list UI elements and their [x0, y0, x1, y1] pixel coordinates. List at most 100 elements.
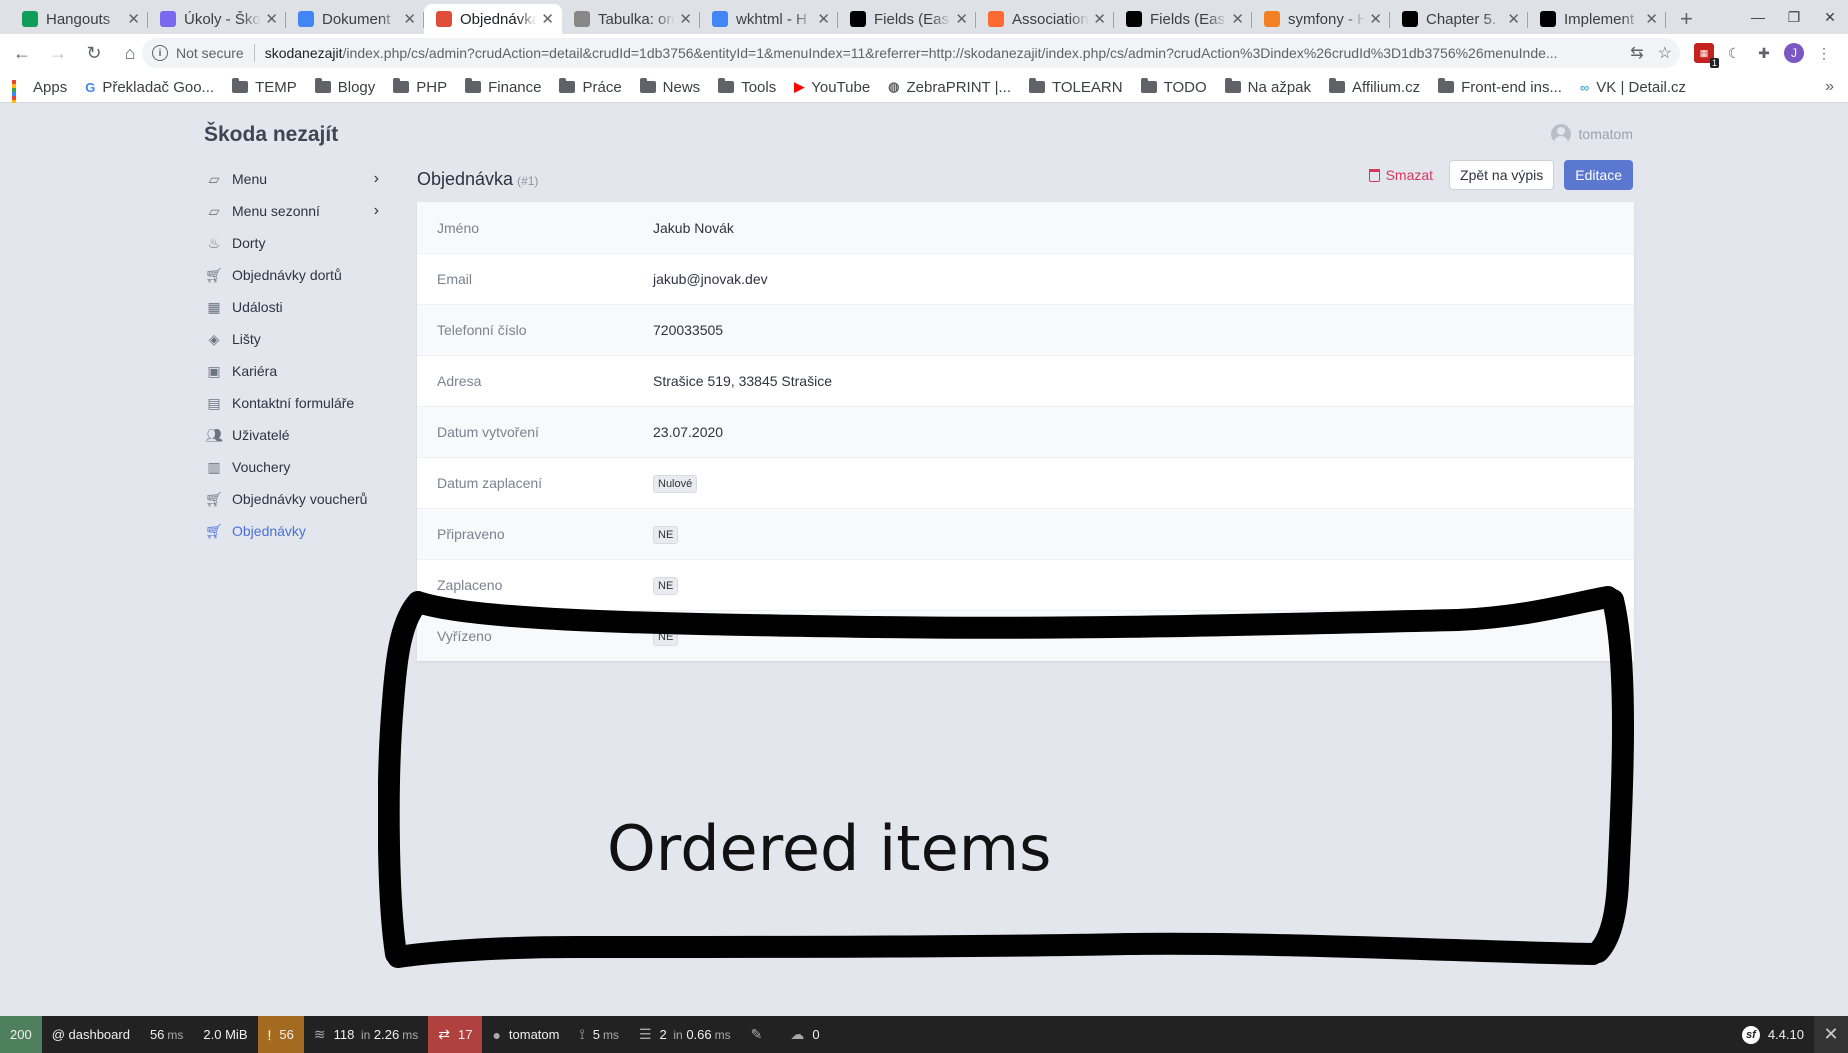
symfony-version[interactable]: 4.4.10 — [1768, 1027, 1804, 1042]
browser-tab[interactable]: Implement ✕ — [1528, 4, 1666, 34]
bookmark-item[interactable]: ∞ VK | Detail.cz — [1580, 79, 1686, 96]
bookmark-star-icon[interactable]: ☆ — [1658, 43, 1672, 63]
browser-tab[interactable]: Fields (Eas ✕ — [838, 4, 976, 34]
translations-panel[interactable]: ⇄ 17 — [428, 1016, 483, 1053]
close-tab-icon[interactable]: ✕ — [403, 10, 416, 28]
bookmark-item[interactable]: ▶ YouTube — [794, 79, 870, 96]
sidebar-item[interactable]: 👥︎ Uživatelé — [204, 419, 379, 451]
folder-icon — [393, 78, 410, 93]
brand-title[interactable]: Škoda nezajít — [204, 123, 338, 147]
sidebar-item[interactable]: ◈ Lišty — [204, 323, 379, 355]
sidebar-item[interactable]: ▱ Menu › — [204, 163, 379, 195]
browser-tab[interactable]: Tabulka: ord ✕ — [562, 4, 700, 34]
browser-tab[interactable]: Association ✕ — [976, 4, 1114, 34]
request-time[interactable]: 56 ms — [140, 1016, 193, 1053]
back-to-list-button[interactable]: Zpět na výpis — [1449, 160, 1555, 190]
twig-time: 2.26 — [373, 1027, 400, 1042]
sidebar-item[interactable]: ▱ Menu sezonní › — [204, 195, 379, 227]
browser-tab[interactable]: wkhtml - H ✕ — [700, 4, 838, 34]
sidebar-item[interactable]: ▦ Události — [204, 291, 379, 323]
close-tab-icon[interactable]: ✕ — [265, 10, 278, 28]
minimize-icon[interactable]: — — [1740, 9, 1776, 25]
close-tab-icon[interactable]: ✕ — [127, 10, 140, 28]
calendar-ext-icon[interactable]: ▦ 1 — [1694, 43, 1719, 68]
forms-panel[interactable]: ✎ — [741, 1016, 781, 1053]
profile-avatar[interactable]: J — [1784, 43, 1804, 63]
close-tab-icon[interactable]: ✕ — [1507, 10, 1520, 28]
url-omnibox[interactable]: i Not secure skodanezajit/index.php/cs/a… — [142, 38, 1680, 68]
bookmark-item[interactable]: Blogy — [314, 78, 376, 96]
browser-tab[interactable]: symfony - H ✕ — [1252, 4, 1390, 34]
kebab-menu-icon[interactable]: ⋮ — [1814, 43, 1834, 63]
user-menu[interactable]: tomatom — [1550, 124, 1633, 144]
field-value: Jakub Novák — [653, 219, 734, 236]
events-panel[interactable]: ⟟ 5 ms — [569, 1016, 628, 1053]
bookmark-item[interactable]: Affilium.cz — [1329, 78, 1420, 96]
detail-row: Adresa Strašice 519, 33845 Strašice — [417, 355, 1634, 406]
back-arrow-icon[interactable]: ← — [8, 43, 36, 64]
status-code[interactable]: 200 — [0, 1016, 42, 1053]
bookmark-item[interactable]: Práce — [559, 78, 622, 96]
edit-button[interactable]: Editace — [1564, 160, 1633, 190]
sidebar-item[interactable]: ▤ Kontaktní formuláře — [204, 387, 379, 419]
symfony-icon — [850, 11, 866, 27]
bookmark-item[interactable]: PHP — [393, 78, 447, 96]
close-tab-icon[interactable]: ✕ — [955, 10, 968, 28]
bookmark-item[interactable]: Na ažpak — [1224, 78, 1311, 96]
route-name[interactable]: @ dashboard — [42, 1016, 140, 1053]
bookmark-label: Práce — [582, 78, 622, 96]
sidebar-item[interactable]: ▥ Vouchery — [204, 451, 379, 483]
bookmark-item[interactable]: TEMP — [232, 78, 297, 96]
field-label: Email — [437, 271, 473, 287]
memory[interactable]: 2.0 MiB — [193, 1016, 257, 1053]
http-client-panel[interactable]: ☁ 0 — [780, 1016, 829, 1053]
bookmark-item[interactable]: News — [639, 78, 700, 96]
close-toolbar-icon[interactable]: ✕ — [1814, 1016, 1848, 1053]
info-icon[interactable]: i — [152, 45, 168, 61]
sidebar-item[interactable]: 🛒︎ Objednávky — [204, 515, 379, 547]
bookmark-label: Blogy — [337, 78, 376, 96]
bookmark-item[interactable]: G Překladač Goo... — [85, 79, 214, 96]
bookmark-item[interactable]: TODO — [1140, 78, 1207, 96]
url-text[interactable]: skodanezajit/index.php/cs/admin?crudActi… — [265, 45, 1615, 61]
puzzle-icon[interactable]: ✚ — [1754, 43, 1774, 63]
bookmark-item[interactable]: Front-end ins... — [1438, 78, 1562, 96]
close-window-icon[interactable]: ✕ — [1812, 9, 1848, 26]
bookmark-item[interactable]: Apps — [12, 79, 67, 116]
close-tab-icon[interactable]: ✕ — [1645, 10, 1658, 28]
logs-warnings[interactable]: ! 56 — [257, 1016, 304, 1053]
restore-icon[interactable]: ❐ — [1776, 9, 1812, 26]
close-tab-icon[interactable]: ✕ — [1231, 10, 1244, 28]
more-bookmarks-icon[interactable]: » — [1825, 78, 1834, 96]
twig-panel[interactable]: ≋ 118 in 2.26 ms — [304, 1016, 428, 1053]
sidebar-item[interactable]: ♨ Dorty — [204, 227, 379, 259]
forward-arrow-icon[interactable]: → — [44, 43, 72, 64]
browser-tab[interactable]: Fields (Eas ✕ — [1114, 4, 1252, 34]
sidebar-item[interactable]: 🛒︎ Objednávky voucherů — [204, 483, 379, 515]
bookmark-item[interactable]: ◍ ZebraPRINT |... — [888, 79, 1011, 96]
close-tab-icon[interactable]: ✕ — [1369, 10, 1382, 28]
delete-button[interactable]: Smazat — [1363, 160, 1439, 190]
moon-ext-icon[interactable]: ☾ — [1724, 43, 1744, 63]
close-tab-icon[interactable]: ✕ — [679, 10, 692, 28]
close-tab-icon[interactable]: ✕ — [817, 10, 830, 28]
close-tab-icon[interactable]: ✕ — [541, 10, 554, 28]
close-tab-icon[interactable]: ✕ — [1093, 10, 1106, 28]
bookmark-item[interactable]: Finance — [465, 78, 541, 96]
browser-tab[interactable]: Hangouts ✕ — [10, 4, 148, 34]
sidebar-item[interactable]: ▣ Kariéra — [204, 355, 379, 387]
translate-icon[interactable]: ⇆ — [1630, 43, 1643, 63]
bookmark-item[interactable]: TOLEARN — [1029, 78, 1123, 96]
browser-tab[interactable]: Úkoly - Škoda✕ — [148, 4, 286, 34]
reload-icon[interactable]: ↻ — [80, 43, 108, 64]
security-panel[interactable]: ● tomatom — [482, 1016, 569, 1053]
browser-tab[interactable]: Objednávka ✕ — [424, 4, 562, 34]
database-panel[interactable]: ☰ 2 in 0.66 ms — [629, 1016, 741, 1053]
new-tab-icon[interactable]: + — [1680, 4, 1693, 34]
sidebar-item[interactable]: 🛒︎ Objednávky dortů — [204, 259, 379, 291]
stackoverflow-icon — [1264, 11, 1280, 27]
browser-tab[interactable]: Dokument ✕ — [286, 4, 424, 34]
home-icon[interactable]: ⌂ — [116, 43, 144, 64]
browser-tab[interactable]: Chapter 5. ✕ — [1390, 4, 1528, 34]
bookmark-item[interactable]: Tools — [718, 78, 776, 96]
